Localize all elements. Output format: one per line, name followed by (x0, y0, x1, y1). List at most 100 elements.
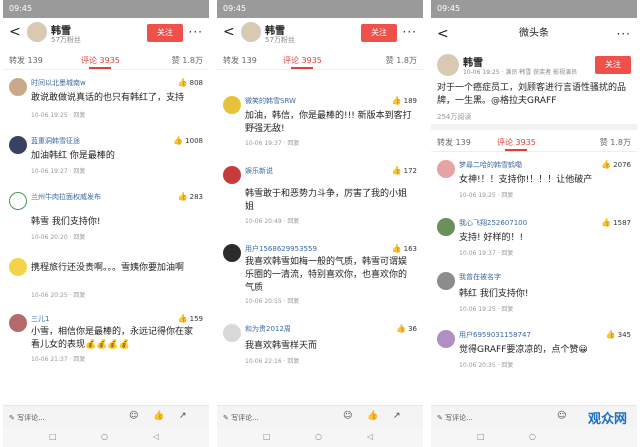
like-button[interactable]: 👍 2076 (601, 160, 631, 169)
like-button[interactable]: 👍 345 (606, 330, 631, 339)
tab-likes[interactable]: 赞 1.8万 (386, 55, 417, 66)
like-button[interactable]: 👍 189 (392, 96, 417, 105)
avatar[interactable] (437, 330, 455, 348)
comment-time[interactable]: 10-06 20:35 · 回复 (459, 360, 513, 369)
back-arrow-icon[interactable]: < (437, 18, 449, 50)
comment-time[interactable]: 10-06 19:25 · 回复 (31, 110, 85, 119)
thumbs-up-icon[interactable]: 👍 (367, 411, 378, 421)
commenter-name[interactable]: 我曾在被名字 (459, 272, 501, 282)
square-nav-icon[interactable]: □ (477, 432, 485, 441)
like-count: 159 (189, 315, 203, 323)
comment-time[interactable]: 10-06 22:16 · 回复 (245, 356, 299, 365)
commenter-name[interactable]: 娱乐新说 (245, 166, 273, 176)
avatar[interactable] (9, 192, 27, 210)
comment-time[interactable]: 10-06 19:27 · 回复 (31, 166, 85, 175)
thumbs-up-icon[interactable]: 👍 (153, 411, 164, 421)
commenter-name[interactable]: 用户6959031158747 (459, 330, 531, 340)
like-button[interactable]: 👍 283 (178, 192, 203, 201)
comment-text: 携程旅行还没贵啊。。。雪姨你要加油啊 (31, 263, 185, 273)
follow-button[interactable]: 关注 (361, 24, 397, 42)
avatar[interactable] (223, 244, 241, 262)
tabs: 转发 139 评论 3935 赞 1.8万 (431, 132, 637, 152)
commenter-name[interactable]: 梦尋二哈的韩雪鹤嘞 (459, 160, 522, 170)
comment-time[interactable]: 10-06 20:55 · 回复 (245, 296, 299, 305)
back-arrow-icon[interactable]: < (9, 24, 21, 40)
comment-text: 支持! 好样的！! (459, 233, 524, 243)
circle-nav-icon[interactable]: ○ (529, 432, 536, 441)
profile-header: < 韩雪 57万粉丝 关注 ··· (217, 18, 423, 50)
like-button[interactable]: 👍 159 (178, 314, 203, 323)
avatar[interactable] (223, 324, 241, 342)
emoji-icon[interactable]: ☺ (557, 411, 566, 421)
commenter-name[interactable]: 蓝重洞韩雪征途 (31, 136, 80, 146)
commenter-name[interactable]: 和为贵2012周 (245, 324, 291, 334)
like-count: 189 (403, 97, 417, 105)
follow-button[interactable]: 关注 (147, 24, 183, 42)
back-nav-icon[interactable]: ◁ (153, 432, 159, 441)
comment-time[interactable]: 10-06 20:49 · 回复 (245, 216, 299, 225)
more-icon[interactable]: ··· (403, 25, 417, 39)
divider (431, 124, 637, 130)
avatar[interactable] (223, 96, 241, 114)
tab-comments[interactable]: 评论 3935 (81, 55, 120, 66)
comment-text: 我喜欢韩雪如梅一般的气质，韩雪可谓娱乐圈的一清流，特别喜欢你，也喜欢你的气质 (245, 257, 408, 293)
commenter-name[interactable]: 我心飞翔252607100 (459, 218, 527, 228)
circle-nav-icon[interactable]: ○ (315, 432, 322, 441)
tab-reposts[interactable]: 转发 139 (9, 55, 43, 66)
emoji-icon[interactable]: ☺ (343, 411, 352, 421)
share-icon[interactable]: ↗ (393, 411, 401, 421)
square-nav-icon[interactable]: □ (263, 432, 271, 441)
commenter-name[interactable]: 时间以北墨城南w (31, 78, 86, 88)
like-button[interactable]: 👍 172 (392, 166, 417, 175)
tab-reposts[interactable]: 转发 139 (437, 137, 471, 148)
like-button[interactable]: 👍 36 (396, 324, 417, 333)
back-nav-icon[interactable]: ◁ (367, 432, 373, 441)
avatar[interactable] (9, 78, 27, 96)
write-comment-input[interactable]: ✎ 写评论... (223, 411, 333, 425)
commenter-name[interactable]: 微笑的韩雪SRW (245, 96, 296, 106)
avatar[interactable] (223, 166, 241, 184)
comment-time[interactable]: 10-06 19:25 · 回复 (459, 190, 513, 199)
watermark: 观众网 (587, 412, 627, 427)
avatar[interactable] (27, 22, 47, 42)
avatar[interactable] (241, 22, 261, 42)
back-arrow-icon[interactable]: < (223, 24, 235, 40)
avatar[interactable] (9, 314, 27, 332)
like-button[interactable]: 👍 1008 (173, 136, 203, 145)
avatar[interactable] (437, 54, 459, 76)
comment-time[interactable]: 10-06 19:37 · 回复 (245, 138, 299, 147)
share-icon[interactable]: ↗ (179, 411, 187, 421)
emoji-icon[interactable]: ☺ (129, 411, 138, 421)
avatar[interactable] (437, 218, 455, 236)
tab-likes[interactable]: 赞 1.8万 (172, 55, 203, 66)
avatar[interactable] (437, 160, 455, 178)
tab-comments[interactable]: 评论 3935 (497, 137, 536, 148)
comment-time[interactable]: 10-06 19:25 · 回复 (459, 304, 513, 313)
write-comment-input[interactable]: ✎ 写评论... (9, 411, 119, 425)
commenter-name[interactable]: 兰州牛肉拉面权威发布 (31, 192, 101, 202)
comment-time[interactable]: 10-06 20:25 · 回复 (31, 290, 85, 299)
like-button[interactable]: 👍 808 (178, 78, 203, 87)
tab-likes[interactable]: 赞 1.8万 (600, 137, 631, 148)
comment-time[interactable]: 10-06 20:20 · 回复 (31, 232, 85, 241)
comment-time[interactable]: 10-06 21:37 · 回复 (31, 354, 85, 363)
follow-button[interactable]: 关注 (595, 56, 631, 74)
commenter-name[interactable]: 三儿1 (31, 314, 49, 324)
square-nav-icon[interactable]: □ (49, 432, 57, 441)
more-icon[interactable]: ··· (617, 18, 631, 50)
circle-nav-icon[interactable]: ○ (101, 432, 108, 441)
avatar[interactable] (437, 272, 455, 290)
tab-comments[interactable]: 评论 3935 (283, 55, 322, 66)
avatar[interactable] (9, 136, 27, 154)
like-button[interactable]: 👍 163 (392, 244, 417, 253)
like-button[interactable]: 👍 1587 (601, 218, 631, 227)
more-icon[interactable]: ··· (189, 25, 203, 39)
avatar[interactable] (9, 258, 27, 276)
comment-time[interactable]: 10-06 19:37 · 回复 (459, 248, 513, 257)
tab-reposts[interactable]: 转发 139 (223, 55, 257, 66)
commenter-name[interactable]: 用户1568629953559 (245, 244, 317, 254)
thumbs-up-icon: 👍 (605, 330, 616, 339)
write-comment-input[interactable]: ✎ 写评论... (437, 411, 547, 425)
fans-count: 57万粉丝 (265, 36, 295, 44)
system-navbar: □ ○ (431, 429, 637, 447)
